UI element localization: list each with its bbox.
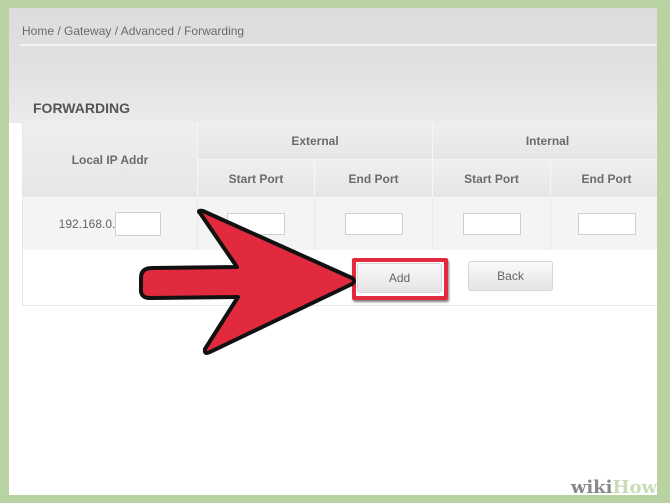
arrow-shape: [138, 208, 356, 355]
annotation-arrow-icon: [138, 208, 356, 355]
